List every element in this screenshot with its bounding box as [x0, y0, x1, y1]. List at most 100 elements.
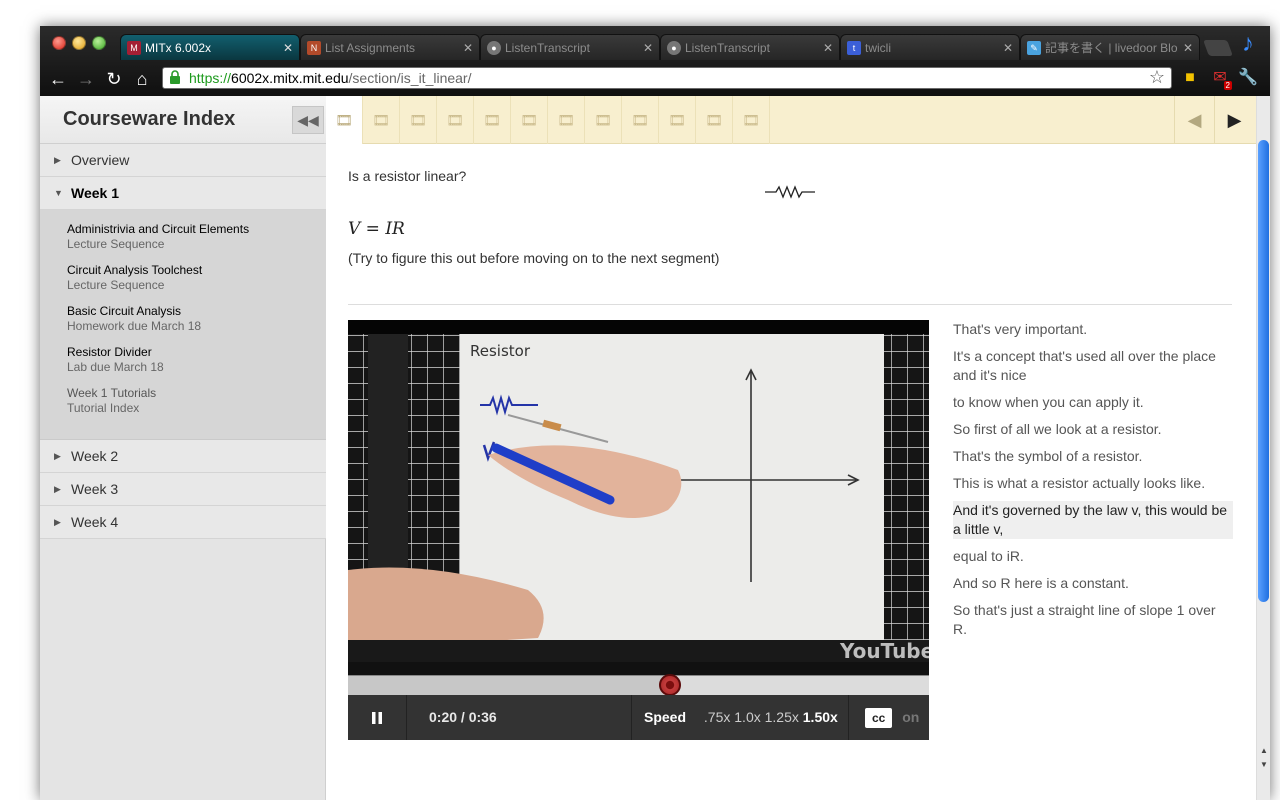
- globe-icon: ●: [487, 41, 501, 55]
- reload-icon[interactable]: ↻: [102, 67, 126, 91]
- video-player: Resistor YouTube 0:20 / 0:36 Speed .75x …: [348, 320, 929, 740]
- next-button[interactable]: ▶: [1214, 96, 1254, 144]
- youtube-logo: YouTube: [839, 639, 929, 662]
- film-icon: 🎞: [631, 112, 649, 128]
- triangle-left-icon: ◀: [1187, 110, 1202, 130]
- video-still-image: Resistor YouTube: [348, 320, 929, 662]
- nlp-icon: N: [307, 41, 321, 55]
- page-scrollbar[interactable]: ▲ ▼: [1256, 96, 1270, 800]
- sidebar-item-week-1[interactable]: ▼ Week 1: [40, 177, 326, 210]
- video-progress-bar[interactable]: [348, 674, 929, 696]
- transcript-line-current[interactable]: And it's governed by the law v, this wou…: [953, 501, 1233, 539]
- transcript-line[interactable]: That's the symbol of a resistor.: [953, 447, 1233, 466]
- sequence-item-3[interactable]: 🎞: [400, 96, 437, 144]
- section-link-week-1-tutorials[interactable]: Week 1 Tutorials Tutorial Index: [67, 386, 156, 416]
- close-icon[interactable]: ✕: [643, 35, 653, 60]
- sidebar-item-week-3[interactable]: ▶ Week 3: [40, 473, 326, 506]
- forward-arrow-icon[interactable]: →: [74, 67, 98, 91]
- speed-option[interactable]: 1.25x: [765, 709, 799, 725]
- sequence-item-10[interactable]: 🎞: [659, 96, 696, 144]
- speed-option[interactable]: 1.0x: [734, 709, 760, 725]
- film-icon: 🎞: [742, 112, 760, 128]
- close-window-button[interactable]: [52, 36, 66, 50]
- speed-option[interactable]: .75x: [704, 709, 730, 725]
- tab-title: twicli: [865, 41, 891, 55]
- speed-option-selected[interactable]: 1.50x: [803, 709, 838, 725]
- captions-toggle[interactable]: cc on: [849, 695, 929, 740]
- pause-icon: [372, 712, 382, 725]
- sequence-item-12[interactable]: 🎞: [733, 96, 770, 144]
- transcript-line[interactable]: That's very important.: [953, 320, 1233, 339]
- transcript-line[interactable]: equal to iR.: [953, 547, 1233, 566]
- zoom-window-button[interactable]: [92, 36, 106, 50]
- sidebar-item-week-2[interactable]: ▶ Week 2: [40, 440, 326, 473]
- tab-title: 記事を書く | livedoor Blo: [1045, 41, 1178, 55]
- close-icon[interactable]: ✕: [283, 35, 293, 60]
- note-icon[interactable]: ■: [1180, 68, 1200, 88]
- close-icon[interactable]: ✕: [1183, 35, 1193, 60]
- collapse-sidebar-button[interactable]: ◀◀: [292, 106, 324, 134]
- week-label: Week 1: [71, 185, 119, 201]
- section-subtitle: Lecture Sequence: [67, 237, 165, 251]
- section-link-circuit-analysis-toolchest[interactable]: Circuit Analysis Toolchest Lecture Seque…: [67, 263, 202, 293]
- sequence-item-11[interactable]: 🎞: [696, 96, 733, 144]
- sequence-item-8[interactable]: 🎞: [585, 96, 622, 144]
- transcript-line[interactable]: So that's just a straight line of slope …: [953, 601, 1233, 639]
- sequence-item-9[interactable]: 🎞: [622, 96, 659, 144]
- home-icon[interactable]: ⌂: [130, 67, 154, 91]
- film-icon: 🎞: [520, 112, 538, 128]
- transcript-line[interactable]: to know when you can apply it.: [953, 393, 1233, 412]
- whiteboard-title: Resistor: [470, 342, 531, 360]
- twicli-icon: t: [847, 41, 861, 55]
- cc-icon: cc: [865, 708, 893, 728]
- transcript-line[interactable]: So first of all we look at a resistor.: [953, 420, 1233, 439]
- gmail-icon[interactable]: ✉ 2: [1210, 68, 1232, 90]
- section-title: Circuit Analysis Toolchest: [67, 263, 203, 277]
- close-icon[interactable]: ✕: [1003, 35, 1013, 60]
- transcript-line[interactable]: This is what a resistor actually looks l…: [953, 474, 1233, 493]
- week-label: Week 3: [71, 481, 119, 497]
- sidebar-title: Courseware Index: [63, 108, 236, 130]
- film-icon: 🎞: [705, 112, 723, 128]
- wrench-icon[interactable]: 🔧: [1238, 68, 1258, 88]
- tab-mitx[interactable]: M MITx 6.002x ✕: [120, 34, 300, 60]
- section-subtitle: Homework due March 18: [67, 319, 202, 333]
- scrollbar-thumb[interactable]: [1258, 140, 1269, 602]
- close-icon[interactable]: ✕: [823, 35, 833, 60]
- sequence-item-5[interactable]: 🎞: [474, 96, 511, 144]
- triangle-right-icon: ▶: [54, 517, 61, 527]
- video-frame[interactable]: Resistor YouTube: [348, 320, 929, 662]
- tab-twicli[interactable]: t twicli ✕: [840, 34, 1020, 60]
- tab-list-assignments[interactable]: N List Assignments ✕: [300, 34, 480, 60]
- sequence-item-6[interactable]: 🎞: [511, 96, 548, 144]
- tab-listen-transcript-2[interactable]: ● ListenTranscript ✕: [660, 34, 840, 60]
- sequence-item-1[interactable]: 🎞: [326, 96, 363, 144]
- url-scheme: https://: [189, 70, 232, 86]
- section-link-resistor-divider[interactable]: Resistor Divider Lab due March 18: [67, 345, 164, 375]
- scroll-up-icon[interactable]: ▲: [1258, 746, 1270, 755]
- sequence-item-2[interactable]: 🎞: [363, 96, 400, 144]
- sequence-item-4[interactable]: 🎞: [437, 96, 474, 144]
- film-icon: 🎞: [446, 112, 464, 128]
- bookmark-star-icon[interactable]: ☆: [1149, 67, 1165, 87]
- transcript-line[interactable]: It's a concept that's used all over the …: [953, 347, 1233, 385]
- scrubber-handle[interactable]: [659, 674, 682, 696]
- tab-livedoor[interactable]: ✎ 記事を書く | livedoor Blo ✕: [1020, 34, 1200, 60]
- sequence-item-7[interactable]: 🎞: [548, 96, 585, 144]
- section-link-administrivia[interactable]: Administrivia and Circuit Elements Lectu…: [67, 222, 249, 252]
- tab-listen-transcript[interactable]: ● ListenTranscript ✕: [480, 34, 660, 60]
- minimize-window-button[interactable]: [72, 36, 86, 50]
- new-tab-button[interactable]: [1203, 40, 1233, 56]
- tab-title: ListenTranscript: [685, 41, 770, 55]
- pause-button[interactable]: [348, 695, 407, 740]
- tab-title: ListenTranscript: [505, 41, 590, 55]
- scroll-down-icon[interactable]: ▼: [1258, 760, 1270, 769]
- previous-button[interactable]: ◀: [1174, 96, 1214, 144]
- address-bar[interactable]: https://6002x.mitx.mit.edu/section/is_it…: [162, 67, 1172, 89]
- close-icon[interactable]: ✕: [463, 35, 473, 60]
- transcript-line[interactable]: And so R here is a constant.: [953, 574, 1233, 593]
- section-link-basic-circuit-analysis[interactable]: Basic Circuit Analysis Homework due Marc…: [67, 304, 201, 334]
- back-arrow-icon[interactable]: ←: [46, 67, 70, 91]
- sidebar-item-overview[interactable]: ▶ Overview: [40, 144, 326, 177]
- sidebar-item-week-4[interactable]: ▶ Week 4: [40, 506, 326, 539]
